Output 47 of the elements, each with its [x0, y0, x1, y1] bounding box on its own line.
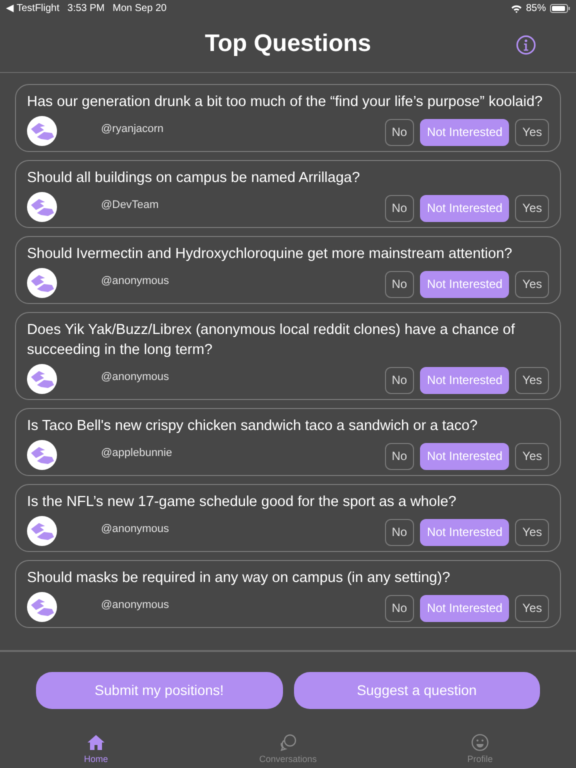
- avatar-icon: [27, 192, 57, 222]
- avatar-icon: [27, 116, 57, 146]
- question-text: Is the NFL’s new 17-game schedule good for the sport as a whole?: [27, 493, 458, 512]
- back-to-app-link[interactable]: ◀ TestFlight: [6, 0, 60, 16]
- answer-button[interactable]: No: [384, 194, 414, 222]
- answer-button[interactable]: No: [384, 118, 414, 146]
- smiley-icon: [471, 734, 489, 751]
- answer-button[interactable]: No: [384, 442, 414, 470]
- question-text: Has our generation drunk a bit too much of the “find your life’s purpose” koolaid?: [27, 93, 544, 112]
- status-date: Mon Sep 20: [112, 2, 167, 16]
- battery-percent: 85%: [526, 2, 546, 16]
- author-handle: @anonymous: [101, 522, 170, 537]
- page-title: Top Questions: [204, 29, 372, 59]
- question-text: Should Ivermectin and Hydroxychloroquine get more mainstream attention?: [27, 245, 514, 264]
- avatar-icon: [27, 268, 57, 298]
- battery-icon: [550, 4, 570, 12]
- avatar-icon: [27, 592, 57, 622]
- wifi-icon: [510, 4, 522, 12]
- home-icon: [87, 734, 105, 751]
- answer-button[interactable]: Yes: [515, 518, 549, 546]
- author-handle: @anonymous: [101, 274, 170, 289]
- answer-button[interactable]: Yes: [515, 270, 549, 298]
- answer-button[interactable]: Yes: [515, 594, 549, 622]
- answer-button[interactable]: Yes: [515, 366, 549, 394]
- answer-button[interactable]: No: [384, 366, 414, 394]
- question-text: Does Yik Yak/Buzz/Librex (anonymous local reddit clones) have a chance of succeeding in the long term?: [27, 321, 516, 360]
- answer-button[interactable]: No: [384, 594, 414, 622]
- answer-button[interactable]: Yes: [515, 118, 549, 146]
- author-handle: @anonymous: [101, 370, 170, 385]
- answer-button[interactable]: No: [384, 270, 414, 298]
- author-handle: @applebunnie: [101, 446, 172, 461]
- author-handle: @anonymous: [101, 598, 170, 613]
- answer-button[interactable]: Yes: [515, 194, 549, 222]
- question-text: Is Taco Bell's new crispy chicken sandwich taco a sandwich or a taco?: [27, 417, 479, 436]
- author-handle: @DevTeam: [101, 198, 159, 213]
- question-text: Should masks be required in any way on campus (in any setting)?: [27, 569, 452, 588]
- author-handle: @ryanjacorn: [101, 122, 164, 137]
- info-icon[interactable]: [516, 35, 536, 55]
- chat-bubbles-icon: [279, 734, 297, 751]
- answer-button[interactable]: Yes: [515, 442, 549, 470]
- avatar-icon: [27, 440, 57, 470]
- tab-item[interactable]: Home: [0, 734, 192, 766]
- question-text: Should all buildings on campus be named Arrillaga?: [27, 169, 361, 188]
- answer-button[interactable]: No: [384, 518, 414, 546]
- avatar-icon: [27, 516, 57, 546]
- status-time: 3:53 PM: [67, 2, 105, 16]
- avatar-icon: [27, 364, 57, 394]
